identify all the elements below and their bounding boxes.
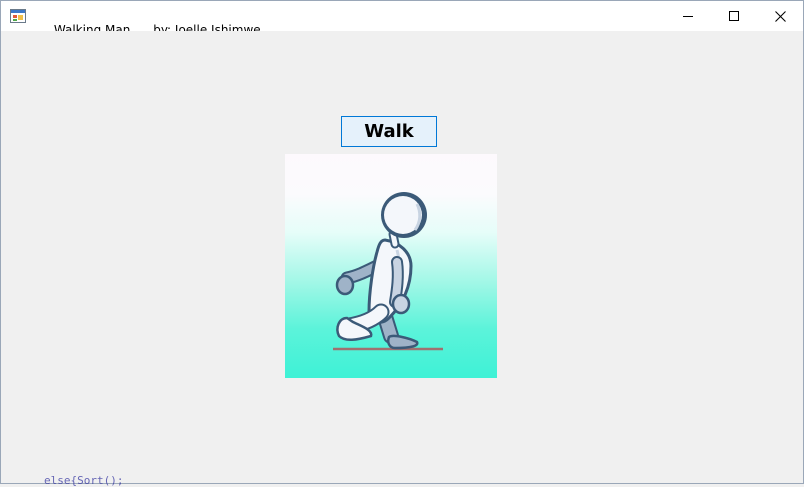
walking-man-figure [333,192,443,351]
close-button[interactable] [757,1,803,31]
minimize-button[interactable] [665,1,711,31]
maximize-icon [729,11,739,21]
background-code-bleed: else{Sort(); [44,474,124,487]
windows-form-icon [10,9,26,23]
minimize-icon [683,16,693,17]
maximize-button[interactable] [711,1,757,31]
walking-man-picture [285,154,497,378]
title-bar[interactable]: Walking Man by: Joelle Ishimwe [1,1,803,37]
close-icon [774,10,786,22]
walk-button[interactable]: Walk [341,116,437,147]
